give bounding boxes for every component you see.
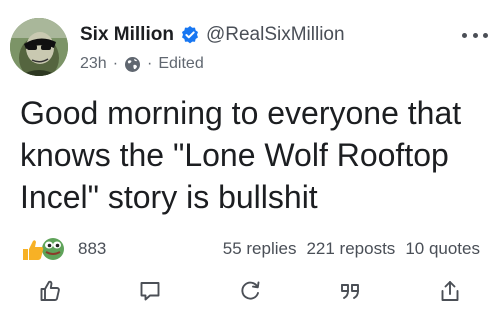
verified-badge-icon bbox=[180, 25, 200, 45]
edited-label[interactable]: Edited bbox=[158, 55, 203, 73]
avatar-image bbox=[10, 18, 68, 76]
post-meta: 23h · · Edited bbox=[80, 52, 204, 76]
repost-button[interactable] bbox=[228, 274, 272, 308]
reaction-icons bbox=[20, 236, 70, 262]
comment-icon bbox=[140, 282, 160, 301]
author-row: Six Million @RealSixMillion bbox=[80, 20, 345, 50]
more-dot bbox=[472, 32, 478, 38]
more-dots-icon bbox=[462, 32, 467, 38]
quote-icon bbox=[341, 284, 359, 299]
reaction-count: 883 bbox=[78, 239, 107, 258]
more-options-button[interactable] bbox=[462, 28, 488, 42]
share-button[interactable] bbox=[428, 274, 472, 308]
avatar[interactable] bbox=[10, 18, 68, 76]
globe-icon bbox=[124, 56, 141, 73]
replies-count[interactable]: 55 replies bbox=[223, 239, 297, 259]
author-name[interactable]: Six Million bbox=[80, 24, 174, 46]
thumbs-up-reaction-icon bbox=[23, 238, 64, 260]
author-handle[interactable]: @RealSixMillion bbox=[206, 24, 345, 46]
reposts-count[interactable]: 221 reposts bbox=[306, 239, 395, 259]
action-bar bbox=[0, 274, 500, 308]
comment-button[interactable] bbox=[128, 274, 172, 308]
quotes-count[interactable]: 10 quotes bbox=[405, 239, 480, 259]
like-button[interactable] bbox=[28, 274, 72, 308]
share-icon bbox=[441, 281, 459, 301]
like-icon bbox=[40, 280, 60, 301]
meta-separator: · bbox=[112, 55, 119, 72]
reaction-summary[interactable]: 883 bbox=[20, 236, 106, 262]
more-dot bbox=[483, 32, 488, 38]
repost-icon bbox=[241, 281, 260, 300]
engagement-stats: 55 replies 221 reposts 10 quotes bbox=[223, 236, 480, 262]
post-timestamp[interactable]: 23h bbox=[80, 55, 107, 73]
meta-separator: · bbox=[147, 55, 153, 72]
post-text: Good morning to everyone that knows the … bbox=[20, 95, 462, 215]
post-card: Six Million @RealSixMillion 23h · · Edit… bbox=[0, 0, 500, 320]
quote-button[interactable] bbox=[328, 274, 372, 308]
